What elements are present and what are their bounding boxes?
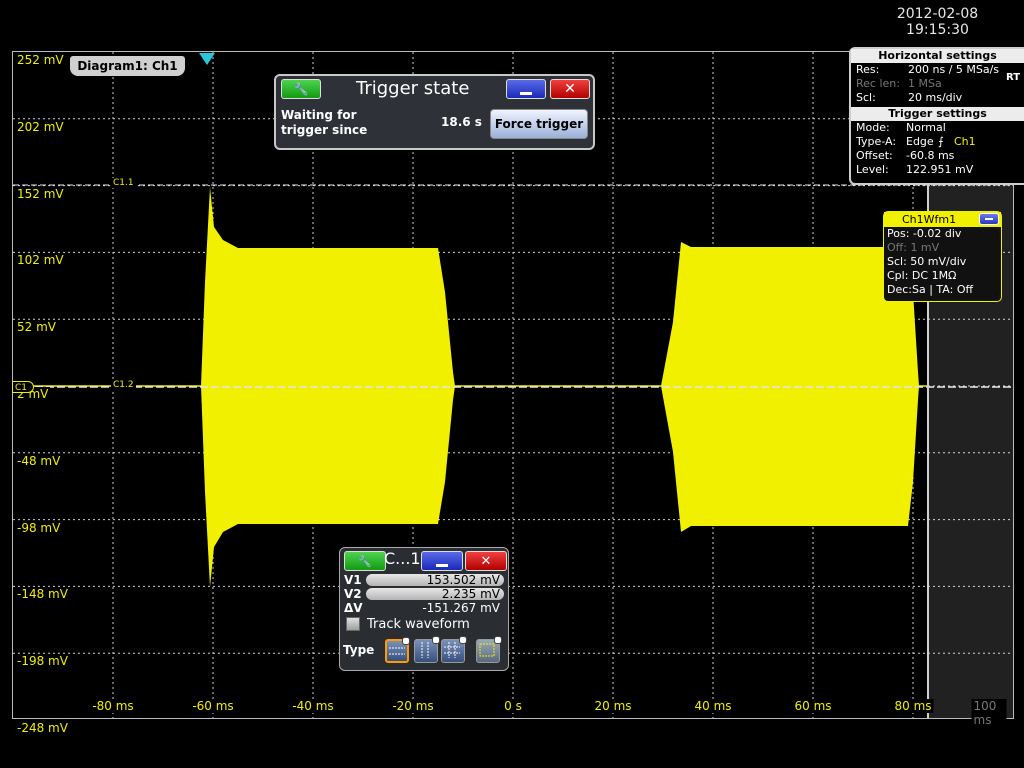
- track-waveform-label: Track waveform: [367, 617, 470, 632]
- rt-badge: RT: [1006, 72, 1021, 83]
- dv-label: ΔV: [344, 601, 363, 615]
- type-ch-button[interactable]: [476, 636, 502, 663]
- x-axis-label: -40 ms: [290, 699, 336, 713]
- x-axis-label: -80 ms: [90, 699, 136, 713]
- date: 2012-02-08: [896, 6, 979, 22]
- y-axis-label: 102 mV: [15, 253, 66, 268]
- v2-value[interactable]: 2.235 mV: [366, 588, 504, 600]
- channel-offset-marker[interactable]: C1: [12, 381, 34, 393]
- cursor-1-label: C1.1: [111, 178, 136, 188]
- y-axis-label: 202 mV: [15, 119, 66, 134]
- trigger-settings-header: Trigger settings: [851, 107, 1024, 121]
- close-icon: ✕: [564, 81, 576, 97]
- y-axis-label: 52 mV: [15, 320, 58, 335]
- trigger-state-dialog: 🔧 Trigger state ✕ Waiting for trigger si…: [274, 74, 595, 150]
- waiting-text: Waiting for trigger since: [281, 108, 367, 138]
- trigger-source: Ch1: [954, 135, 976, 148]
- res-row[interactable]: Res: 200 ns / 5 MSa/s: [851, 63, 1024, 77]
- x-axis-label: -20 ms: [390, 699, 436, 713]
- cursor-panel-title: C...1: [384, 549, 421, 568]
- minimize-icon: [436, 563, 448, 567]
- option-dot: [494, 636, 502, 644]
- track-waveform-checkbox[interactable]: [346, 617, 360, 631]
- wrench-button[interactable]: 🔧: [281, 79, 321, 99]
- cursor-2-label: C1.2: [111, 380, 136, 390]
- minimize-icon: [985, 218, 993, 220]
- x-axis-label: 80 ms: [892, 699, 934, 713]
- cursor-close-button[interactable]: ✕: [465, 551, 507, 571]
- y-axis-label: -148 mV: [15, 587, 70, 602]
- type-both-button[interactable]: [441, 636, 467, 663]
- y-axis-label: -198 mV: [15, 654, 70, 669]
- channel-info-title: Ch1Wfm1: [902, 213, 957, 226]
- type-horizontal-button[interactable]: [385, 637, 410, 663]
- y-axis-label: -48 mV: [15, 453, 63, 468]
- x-axis-label: -60 ms: [190, 699, 236, 713]
- x-axis-label: 40 ms: [692, 699, 734, 713]
- selected-dot: [402, 637, 410, 645]
- waiting-line-1: Waiting for: [281, 108, 357, 122]
- channel-info-minimize-button[interactable]: [979, 213, 999, 225]
- v1-label: V1: [344, 573, 362, 587]
- offset-row[interactable]: Offset: -60.8 ms: [851, 149, 1024, 163]
- pos-line: Pos: -0.02 div: [887, 227, 962, 240]
- channel-info-header: Ch1Wfm1: [884, 212, 1001, 227]
- y-axis-label: -98 mV: [15, 520, 63, 535]
- cursor-measurement-panel: 🔧 C...1 ✕ V1 153.502 mV V2 2.235 mV ΔV -…: [339, 547, 509, 671]
- rising-edge-icon: ⨍: [938, 135, 944, 148]
- close-icon: ✕: [480, 553, 492, 569]
- scl-line: Scl: 50 mV/div: [887, 255, 967, 268]
- dv-value: -151.267 mV: [422, 601, 500, 615]
- force-trigger-button[interactable]: Force trigger: [490, 109, 588, 139]
- scl-row[interactable]: Scl: 20 ms/div: [851, 91, 1024, 105]
- x-axis-label: 100 ms: [971, 699, 1007, 727]
- minimize-icon: [520, 91, 532, 95]
- elapsed-time: 18.6 s: [441, 115, 482, 129]
- y-axis-label: 152 mV: [15, 186, 66, 201]
- trigger-position-marker[interactable]: [199, 53, 215, 65]
- x-axis-label: 20 ms: [592, 699, 634, 713]
- cursor-wrench-button[interactable]: 🔧: [344, 551, 386, 571]
- cursor-minimize-button[interactable]: [421, 551, 463, 571]
- trigger-state-title: Trigger state: [356, 78, 470, 99]
- type-row[interactable]: Type-A: Edge ⨍ Ch1: [851, 135, 1024, 149]
- v1-value[interactable]: 153.502 mV: [366, 574, 504, 586]
- level-row[interactable]: Level: 122.951 mV: [851, 163, 1024, 177]
- time: 19:15:30: [906, 22, 969, 38]
- settings-sidebar: Horizontal settings Res: 200 ns / 5 MSa/…: [849, 47, 1024, 185]
- y-axis-label: 252 mV: [15, 53, 66, 67]
- v2-label: V2: [344, 587, 362, 601]
- channel-info-box[interactable]: Ch1Wfm1 Pos: -0.02 div Off: 1 mV Scl: 50…: [883, 211, 1002, 302]
- type-vertical-button[interactable]: [414, 636, 440, 663]
- datetime: 2012-02-08 19:15:30: [880, 6, 995, 38]
- mode-row[interactable]: Mode: Normal: [851, 121, 1024, 135]
- diagram-tab[interactable]: Diagram1: Ch1: [70, 56, 185, 76]
- wrench-icon: 🔧: [358, 554, 372, 568]
- horizontal-settings-header: Horizontal settings: [851, 49, 1024, 63]
- reclen-row[interactable]: Rec len: 1 MSa RT: [851, 72, 1024, 91]
- waiting-line-2: trigger since: [281, 123, 368, 137]
- option-dot: [459, 636, 467, 644]
- wrench-icon: 🔧: [293, 82, 309, 96]
- option-dot: [432, 636, 440, 644]
- y-axis-label: -248 mV: [15, 721, 70, 735]
- x-axis-label: 0 s: [502, 699, 524, 713]
- cpl-line: Cpl: DC 1MΩ: [887, 269, 957, 282]
- minimize-button[interactable]: [506, 79, 546, 99]
- dec-line: Dec:Sa | TA: Off: [887, 283, 974, 296]
- x-axis-label: 60 ms: [792, 699, 834, 713]
- close-button[interactable]: ✕: [550, 79, 590, 99]
- off-line: Off: 1 mV: [887, 241, 940, 254]
- type-label: Type: [343, 643, 375, 657]
